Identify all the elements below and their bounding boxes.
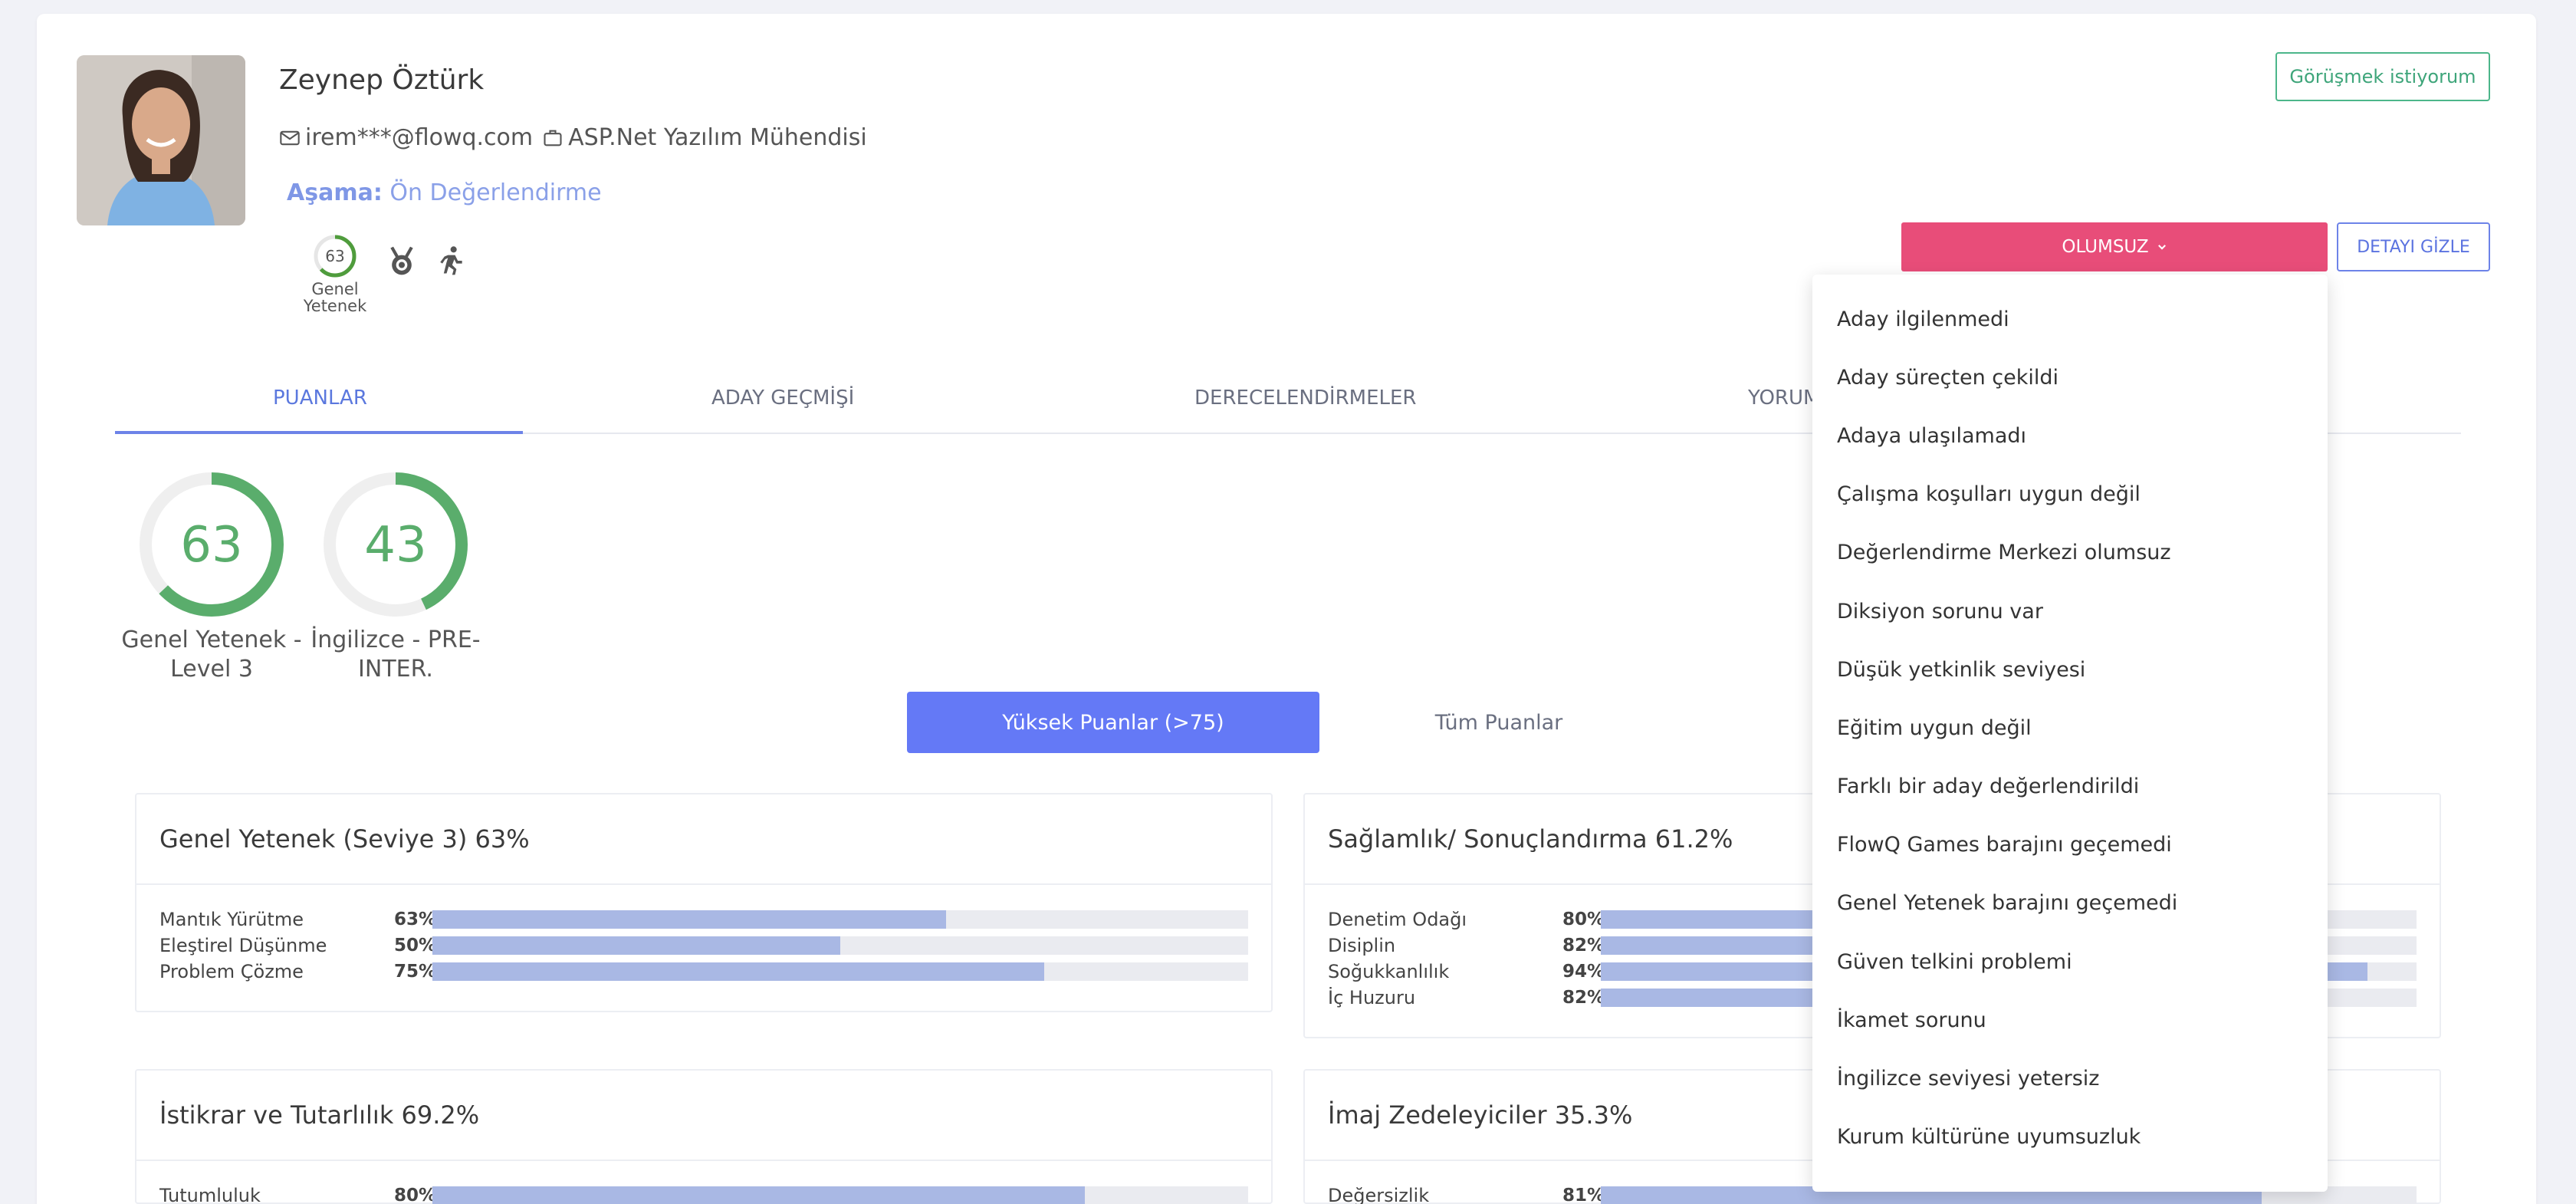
dropdown-item[interactable]: İkamet sorunu [1812,991,2328,1049]
negative-label: OLUMSUZ [2062,237,2149,257]
running-person-icon [440,246,462,275]
dropdown-item[interactable]: Güven telkini problemi [1812,933,2328,991]
score-bar-track [432,936,1248,955]
score-row-percent: 75% [394,962,437,982]
score-ring-general-ability: 63 Genel Yetenek - Level 3 [120,468,304,684]
medal-icon [390,246,413,275]
chevron-down-icon [2157,245,2166,250]
candidate-stage: Aşama: Ön Değerlendirme [287,179,602,206]
candidate-badges: 63 Genel Yetenek [301,233,468,314]
dropdown-item[interactable]: Değerlendirme Merkezi olumsuz [1812,524,2328,582]
score-ring-english: 43 İngilizce - PRE- INTER. [304,468,488,684]
dropdown-item[interactable]: Adaya ulaşılamadı [1812,406,2328,465]
score-card-title: İstikrar ve Tutarlılık 69.2% [136,1071,1271,1161]
score-bar-fill [432,962,1044,981]
badge-score: 63 [325,247,344,265]
score-row: Problem Çözme 75% [159,959,1248,985]
score-row-percent: 81% [1562,1186,1605,1204]
score-row-name: Problem Çözme [159,961,304,982]
score-row-name: Denetim Odağı [1328,909,1467,930]
dropdown-item[interactable]: İngilizce seviyesi yetersiz [1812,1049,2328,1107]
score-row-percent: 50% [394,936,437,956]
score-row-name: İç Huzuru [1328,987,1416,1008]
dropdown-item[interactable]: Kurum kültürüne uyumsuzluk [1812,1108,2328,1166]
tab-comments[interactable]: YORUM [1748,387,1820,410]
candidate-position: ASP.Net Yazılım Mühendisi [568,124,867,151]
stage-label: Aşama: [287,179,383,206]
dropdown-item[interactable]: Aday süreçten çekildi [1812,348,2328,406]
dropdown-item[interactable]: Düşük yetkinlik seviyesi [1812,640,2328,699]
score-ring-caption: İngilizce - PRE- INTER. [310,627,481,683]
score-row-name: Değersizlik [1328,1185,1430,1204]
active-tab-indicator [115,431,523,434]
dropdown-item[interactable]: Genel Yetenek barajını geçemedi [1812,874,2328,933]
negative-reason-dropdown: Aday ilgilenmedi Aday süreçten çekildi Ada… [1812,275,2328,1192]
candidate-avatar [77,55,245,225]
score-ring-chart: 43 [324,472,468,617]
score-card: İstikrar ve Tutarlılık 69.2% Tutumluluk 8… [135,1069,1273,1204]
candidate-name: Zeynep Öztürk [279,64,485,96]
score-bar-fill [432,936,840,955]
score-row-name: Tutumluluk [159,1185,261,1204]
score-card-rows: Mantık Yürütme 63% Eleştirel Düşünme 50% Pro… [136,885,1271,985]
stage-value: Ön Değerlendirme [389,179,602,206]
score-ring-chart: 63 [140,472,284,617]
candidate-email: irem***@flowq.com [305,124,534,151]
candidate-contact: irem***@flowq.com ASP.Net Yazılım Mühend… [279,124,867,151]
score-card: Genel Yetenek (Seviye 3) 63% Mantık Yürü… [135,793,1273,1012]
negative-dropdown-button[interactable]: OLUMSUZ [1901,222,2328,271]
tab-candidate-history[interactable]: ADAY GEÇMİŞİ [711,387,854,410]
score-bar-fill [432,910,947,929]
score-bar-track [432,962,1248,981]
all-scores-filter-button[interactable]: Tüm Puanlar [1349,692,1648,753]
tab-scores[interactable]: PUANLAR [273,387,367,410]
dropdown-item[interactable]: FlowQ Games barajını geçemedi [1812,816,2328,874]
score-bar-fill [432,1186,1086,1204]
score-row: Mantık Yürütme 63% [159,906,1248,933]
score-row-percent: 63% [394,910,437,929]
tab-ratings[interactable]: DERECELENDİRMELER [1194,387,1416,410]
score-row-percent: 82% [1562,988,1605,1008]
score-row: Tutumluluk 80% [159,1183,1248,1204]
envelope-icon [280,130,300,145]
score-bar-track [432,910,1248,929]
briefcase-icon [544,130,562,146]
hide-detail-button[interactable]: DETAYI GİZLE [2337,222,2490,271]
score-bar-track [432,1186,1248,1204]
dropdown-item[interactable]: Diksiyon sorunu var [1812,582,2328,640]
score-row-percent: 94% [1562,962,1605,982]
score-row-name: Mantık Yürütme [159,909,304,930]
high-scores-filter-button[interactable]: Yüksek Puanlar (>75) [907,692,1319,753]
score-gauge-small: 63 [314,235,356,278]
dropdown-item[interactable]: Eğitim uygun değil [1812,699,2328,757]
score-ring-value: 63 [180,517,242,574]
score-ring-value: 43 [364,517,426,574]
score-row-name: Eleştirel Düşünme [159,935,327,956]
score-row-percent: 80% [1562,910,1605,929]
score-row-name: Disiplin [1328,935,1396,956]
score-card-title: Genel Yetenek (Seviye 3) 63% [136,794,1271,885]
meet-button[interactable]: Görüşmek istiyorum [2275,52,2490,101]
score-ring-caption: Genel Yetenek - Level 3 [121,627,302,683]
score-card-rows: Tutumluluk 80% [136,1161,1271,1204]
general-ability-badge: 63 Genel Yetenek [301,233,370,314]
score-row-percent: 82% [1562,936,1605,956]
score-row: Eleştirel Düşünme 50% [159,933,1248,959]
dropdown-item[interactable]: Çalışma koşulları uygun değil [1812,465,2328,524]
dropdown-item[interactable]: Aday ilgilenmedi [1812,290,2328,348]
score-row-percent: 80% [394,1186,437,1204]
score-row-name: Soğukkanlılık [1328,961,1450,982]
badge-caption: Genel Yetenek [303,280,367,315]
dropdown-item[interactable]: Farklı bir aday değerlendirildi [1812,758,2328,816]
